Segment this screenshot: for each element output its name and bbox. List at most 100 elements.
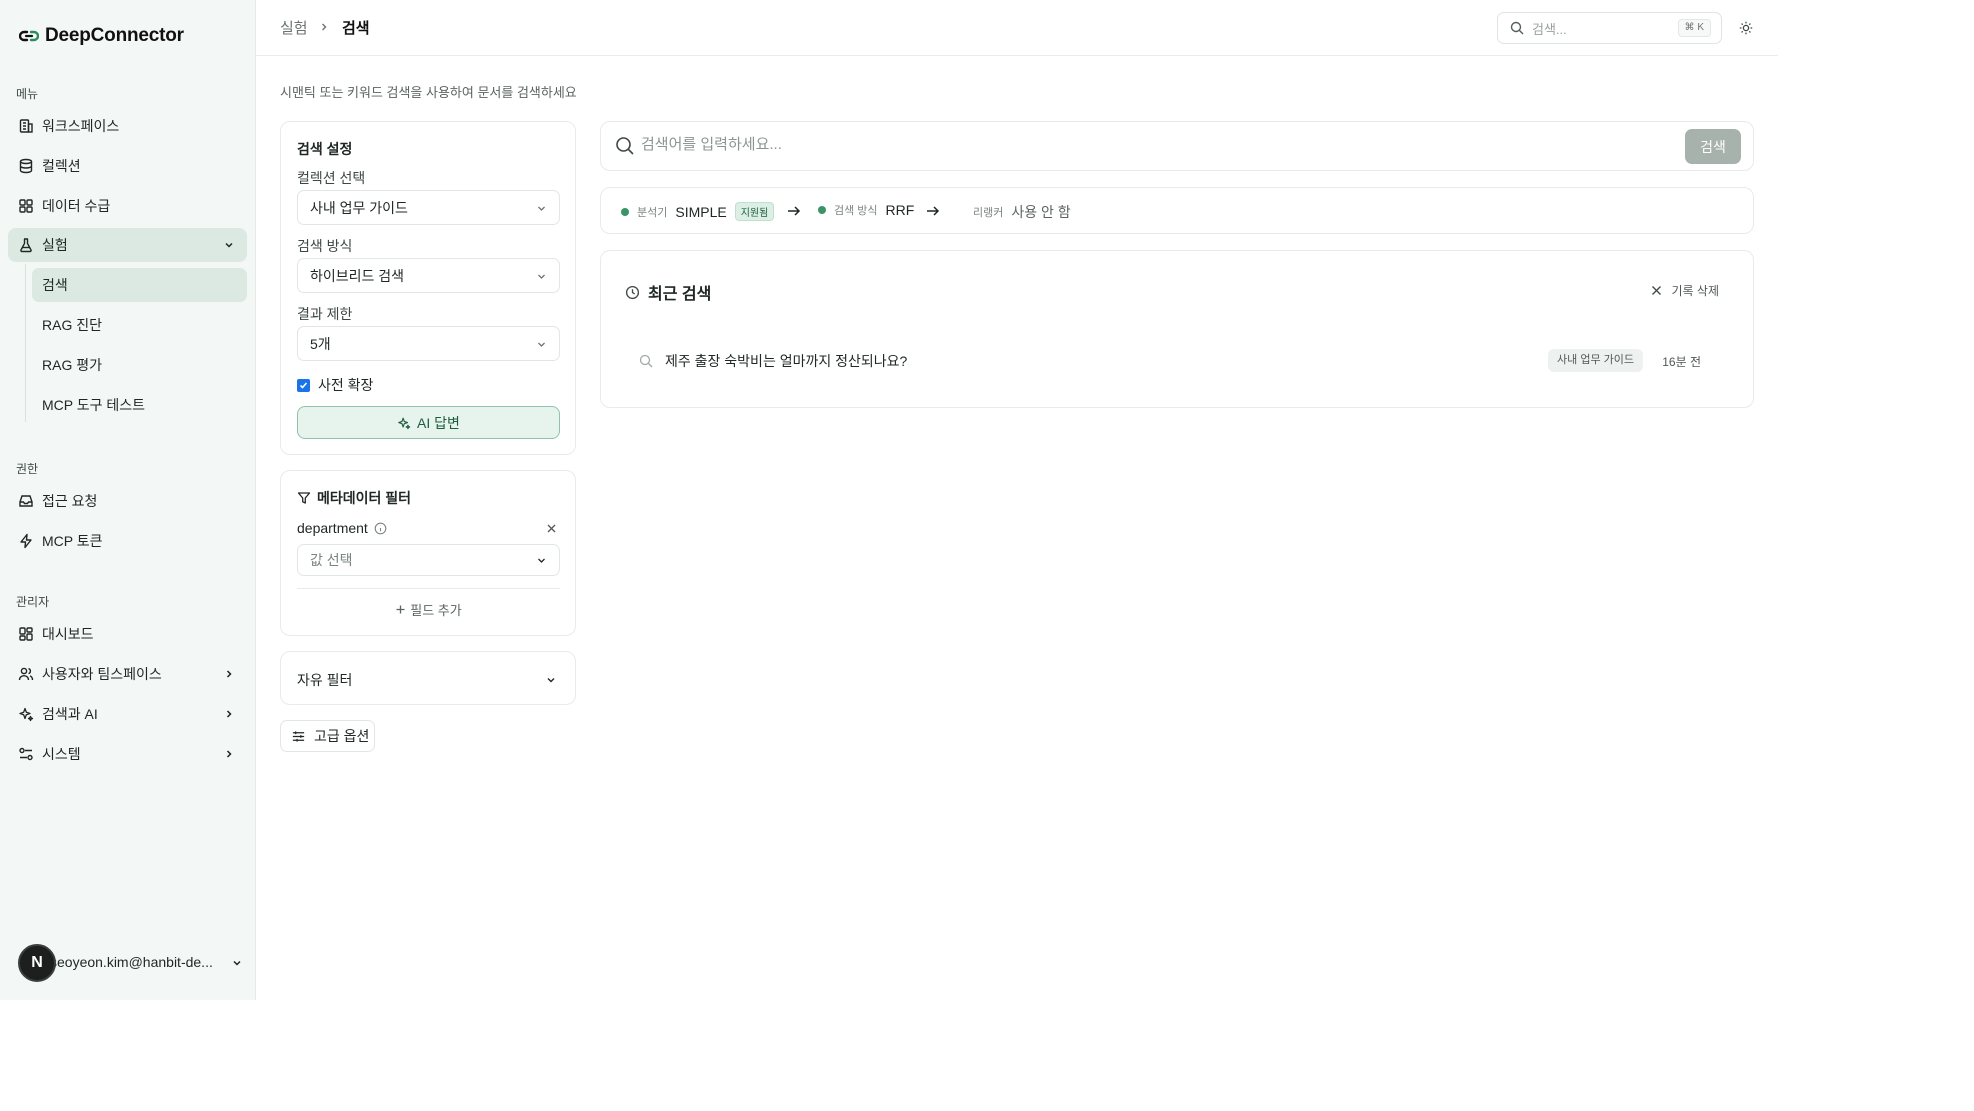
user-email: seoyeon.kim@hanbit-de...: [50, 954, 213, 970]
page-subtitle: 시맨틱 또는 키워드 검색을 사용하여 문서를 검색하세요: [280, 85, 577, 100]
logo-icon: [19, 30, 39, 42]
sidebar-item-access-request[interactable]: 접근 요청: [8, 484, 247, 518]
submenu-divider: [25, 264, 26, 422]
free-filter-label: 자유 필터: [297, 672, 353, 688]
result-limit-select[interactable]: 5개: [297, 326, 560, 361]
dict-expand-checkbox[interactable]: [297, 378, 310, 392]
sidebar-item-label: 워크스페이스: [42, 118, 120, 134]
sidebar-item-label: MCP 토큰: [42, 533, 103, 549]
sidebar-subitem-mcp-tool-test[interactable]: MCP 도구 테스트: [32, 388, 247, 422]
avatar: N: [18, 944, 56, 982]
sidebar-item-workspace[interactable]: 워크스페이스: [8, 109, 247, 143]
metadata-field-row: department: [297, 520, 387, 536]
metadata-filter-title: 메타데이터 필터: [317, 490, 412, 506]
dict-expand-option[interactable]: 사전 확장: [297, 375, 373, 395]
user-menu[interactable]: N seoyeon.kim@hanbit-de...: [18, 944, 243, 982]
sidebar-subitem-rag-diagnosis[interactable]: RAG 진단: [32, 308, 247, 342]
sidebar-item-label: 컬렉션: [42, 158, 81, 174]
dashboard-icon: [18, 626, 34, 642]
recent-searches-header: 최근 검색: [625, 280, 711, 304]
sidebar-item-label: 데이터 수급: [42, 198, 111, 214]
analyzer-value: SIMPLE: [675, 203, 727, 220]
ai-answer-label: AI 답변: [417, 414, 460, 431]
section-label-menu: 메뉴: [16, 87, 39, 101]
reranker-key: 리랭커: [973, 207, 1004, 219]
sidebar-item-label: 사용자와 팀스페이스: [42, 666, 162, 682]
free-filter-card[interactable]: 자유 필터: [280, 651, 576, 705]
inbox-icon: [18, 493, 34, 509]
sidebar-item-label: 대시보드: [42, 626, 94, 642]
flask-icon: [18, 237, 34, 253]
metadata-value-select[interactable]: 값 선택: [297, 544, 560, 576]
dict-expand-label: 사전 확장: [318, 377, 374, 393]
search-button[interactable]: 검색: [1685, 129, 1741, 164]
collection-select-value: 사내 업무 가이드: [310, 199, 408, 216]
recent-search-item[interactable]: 제주 출장 숙박비는 얼마까지 정산되나요? 사내 업무 가이드 16분 전: [625, 349, 1725, 373]
bolt-icon: [18, 533, 34, 549]
recent-search-time: 16분 전: [1662, 355, 1701, 369]
recent-searches-title: 최근 검색: [648, 286, 712, 303]
chevron-down-icon: [538, 206, 545, 211]
search-method-select[interactable]: 하이브리드 검색: [297, 258, 560, 293]
pipeline-analyzer: 분석기 SIMPLE 지원됨: [621, 202, 775, 221]
search-settings-card: 검색 설정 컬렉션 선택 사내 업무 가이드 검색 방식 하이브리드 검색 결과…: [280, 121, 576, 455]
chevron-down-icon: [538, 342, 545, 347]
global-search-placeholder: 검색...: [1532, 21, 1567, 37]
pipeline-reranker: 리랭커 사용 안 함: [973, 202, 1071, 222]
close-icon[interactable]: [546, 523, 557, 534]
clear-history-button[interactable]: 기록 삭제: [1651, 282, 1720, 299]
status-dot: [818, 206, 826, 214]
close-icon: [1651, 286, 1661, 295]
theme-toggle-button[interactable]: [1735, 17, 1757, 39]
app-logo[interactable]: DeepConnector: [19, 22, 184, 50]
sun-icon: [1739, 21, 1753, 35]
chevron-right-icon: [226, 670, 232, 678]
recent-search-query: 제주 출장 숙박비는 얼마까지 정산되나요?: [665, 353, 908, 369]
grid-icon: [18, 198, 34, 214]
chevron-down-icon: [547, 678, 555, 683]
sidebar-item-mcp-token[interactable]: MCP 토큰: [8, 524, 247, 558]
metadata-divider: [297, 588, 560, 589]
info-icon[interactable]: [374, 522, 387, 535]
users-icon: [18, 666, 34, 682]
sidebar-subitem-rag-evaluation[interactable]: RAG 평가: [32, 348, 247, 382]
search-input[interactable]: [641, 136, 1641, 153]
check-icon: [299, 381, 308, 389]
sidebar-item-data-ingest[interactable]: 데이터 수급: [8, 189, 247, 223]
search-method-value: 하이브리드 검색: [310, 267, 405, 284]
sidebar-subitem-search[interactable]: 검색: [32, 268, 247, 302]
clock-icon: [625, 285, 640, 299]
add-field-button[interactable]: 필드 추가: [297, 594, 560, 624]
global-search[interactable]: 검색... ⌘ K: [1497, 12, 1722, 44]
sparkles-icon: [18, 706, 34, 722]
reranker-value: 사용 안 함: [1011, 204, 1071, 220]
sidebar-item-label: 검색과 AI: [42, 706, 98, 722]
status-badge: 지원됨: [734, 202, 775, 221]
chevron-down-icon: [538, 274, 545, 279]
sidebar-item-label: 접근 요청: [42, 493, 98, 509]
sidebar-item-search-ai[interactable]: 검색과 AI: [8, 697, 247, 731]
sidebar-item-experiment[interactable]: 실험: [8, 228, 247, 262]
section-label-permissions: 권한: [16, 462, 39, 476]
sidebar-item-dashboard[interactable]: 대시보드: [8, 617, 247, 651]
search-settings-title: 검색 설정: [297, 141, 353, 157]
sidebar-item-users-teamspaces[interactable]: 사용자와 팀스페이스: [8, 657, 247, 691]
sidebar-item-system[interactable]: 시스템: [8, 737, 247, 771]
chevron-right-icon: [226, 710, 232, 718]
collection-select[interactable]: 사내 업무 가이드: [297, 190, 560, 225]
search-icon: [1510, 21, 1524, 35]
chevron-right-icon: [322, 23, 327, 31]
sidebar-item-collection[interactable]: 컬렉션: [8, 149, 247, 183]
add-field-label: 필드 추가: [410, 602, 462, 618]
metadata-value-placeholder: 값 선택: [310, 552, 353, 568]
shortcut-badge: ⌘ K: [1677, 19, 1711, 37]
result-limit-label: 결과 제한: [297, 306, 353, 322]
clear-history-label: 기록 삭제: [1671, 284, 1720, 298]
breadcrumb-parent[interactable]: 실험: [280, 17, 308, 38]
breadcrumb-current: 검색: [342, 20, 370, 37]
ai-answer-button[interactable]: AI 답변: [297, 406, 560, 439]
advanced-options-button[interactable]: 고급 옵션: [280, 720, 375, 752]
sidebar: DeepConnector 메뉴 워크스페이스 컬렉션 데이터 수급 실험 검색…: [0, 0, 256, 1000]
search-method-label: 검색 방식: [297, 238, 353, 254]
collection-label: 컬렉션 선택: [297, 170, 366, 186]
